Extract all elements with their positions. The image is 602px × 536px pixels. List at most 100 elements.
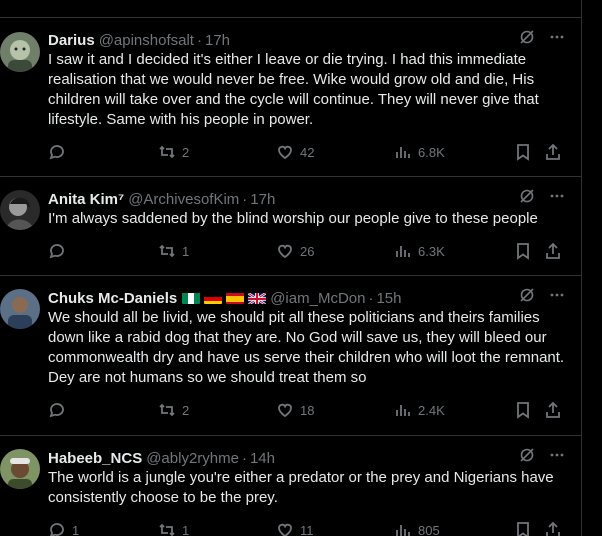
like-button[interactable]: 42	[276, 143, 394, 161]
author-handle[interactable]: @iam_McDon	[270, 290, 365, 307]
tweet-text: The world is a jungle you're either a pr…	[48, 469, 558, 506]
author-handle[interactable]: @apinshofsalt	[99, 32, 194, 49]
grok-icon[interactable]	[519, 29, 535, 50]
view-count: 2.4K	[418, 402, 445, 418]
tweet-actions: 2 18 2.4K	[48, 400, 565, 420]
tweet-header: Anita Kim⁷ @ArchivesofKim · 17h	[48, 189, 565, 209]
bookmark-button[interactable]	[514, 521, 544, 536]
tweet-header: Darius @apinshofsalt · 17h	[48, 30, 565, 50]
view-count: 6.3K	[418, 243, 445, 259]
share-button[interactable]	[544, 521, 562, 536]
grok-icon[interactable]	[519, 188, 535, 209]
repost-count: 1	[182, 243, 190, 259]
tweet-header-icons	[519, 188, 565, 209]
more-options-icon[interactable]	[549, 188, 565, 209]
tweet-actions: 1 26 6.3K	[48, 241, 565, 261]
timestamp[interactable]: 17h	[250, 191, 275, 208]
more-options-icon[interactable]	[549, 29, 565, 50]
repost-count: 2	[182, 144, 190, 160]
bookmark-button[interactable]	[514, 242, 544, 260]
repost-button[interactable]: 1	[158, 521, 276, 536]
tweet-header: Habeeb_NCS @ably2ryhme · 14h	[48, 448, 565, 468]
reply-icon	[50, 523, 64, 536]
separator: ·	[368, 289, 374, 307]
reply-tweet[interactable]: Darius @apinshofsalt · 17h I saw it and …	[0, 18, 581, 177]
avatar[interactable]	[0, 289, 40, 329]
views-icon	[396, 147, 410, 158]
reply-icon	[49, 244, 64, 259]
reply-button[interactable]	[48, 401, 158, 419]
heart-icon	[278, 523, 292, 536]
share-button[interactable]	[544, 143, 562, 161]
bookmark-icon	[517, 522, 529, 536]
author-name[interactable]: Chuks Mc-Daniels	[48, 290, 177, 307]
like-count: 11	[300, 522, 314, 536]
grok-icon[interactable]	[519, 447, 535, 468]
repost-button[interactable]: 2	[158, 401, 276, 419]
reply-icon	[49, 403, 64, 418]
germany-flag-icon	[204, 292, 223, 304]
spain-flag-icon	[226, 292, 245, 304]
bookmark-button[interactable]	[514, 143, 544, 161]
author-name[interactable]: Anita Kim⁷	[48, 191, 124, 208]
timestamp[interactable]: 17h	[205, 32, 230, 49]
like-button[interactable]: 26	[276, 242, 394, 260]
separator: ·	[196, 31, 202, 49]
author-handle[interactable]: @ArchivesofKim	[128, 191, 239, 208]
bookmark-icon	[517, 243, 529, 260]
uk-flag-icon	[248, 292, 267, 304]
avatar[interactable]	[0, 190, 40, 230]
repost-icon	[159, 523, 175, 536]
views-button[interactable]: 805	[394, 521, 514, 536]
view-count: 6.8K	[418, 144, 445, 160]
reply-tweet[interactable]: Anita Kim⁷ @ArchivesofKim · 17h I'm alwa…	[0, 177, 581, 276]
reply-tweet[interactable]: Chuks Mc-Daniels @iam_McDon · 15h We sho…	[0, 276, 581, 436]
avatar[interactable]	[0, 32, 40, 72]
repost-button[interactable]: 2	[158, 143, 276, 161]
page-scrollbar[interactable]	[582, 0, 602, 536]
share-button[interactable]	[544, 401, 562, 419]
author-name[interactable]: Darius	[48, 32, 95, 49]
bookmark-icon	[517, 144, 529, 161]
view-count: 805	[418, 522, 440, 536]
timestamp[interactable]: 14h	[250, 450, 275, 467]
repost-icon	[159, 244, 175, 258]
grok-icon[interactable]	[519, 287, 535, 308]
author-name[interactable]: Habeeb_NCS	[48, 450, 142, 467]
share-button[interactable]	[544, 242, 562, 260]
like-button[interactable]: 18	[276, 401, 394, 419]
more-options-icon[interactable]	[549, 287, 565, 308]
reply-count: 1	[72, 522, 80, 536]
repost-count: 2	[182, 402, 190, 418]
bookmark-button[interactable]	[514, 401, 544, 419]
tweet-header-icons	[519, 29, 565, 50]
avatar[interactable]	[0, 449, 40, 489]
reply-button[interactable]: 1	[48, 521, 158, 536]
views-button[interactable]: 2.4K	[394, 401, 514, 419]
tweet-header: Chuks Mc-Daniels @iam_McDon · 15h	[48, 288, 565, 308]
like-count: 18	[300, 402, 315, 418]
author-handle[interactable]: @ably2ryhme	[146, 450, 239, 467]
repost-icon	[159, 403, 175, 417]
repost-button[interactable]: 1	[158, 242, 276, 260]
share-icon	[546, 401, 560, 418]
reply-button[interactable]	[48, 143, 158, 161]
views-button[interactable]: 6.8K	[394, 143, 514, 161]
more-options-icon[interactable]	[549, 447, 565, 468]
separator: ·	[241, 449, 247, 467]
like-button[interactable]: 11	[276, 521, 394, 536]
share-icon	[546, 521, 560, 536]
tweet-actions: 2 42 6.8K	[48, 142, 565, 162]
thread-top-divider	[0, 0, 581, 18]
reply-icon	[49, 145, 64, 160]
share-icon	[546, 242, 560, 259]
reply-tweet[interactable]: Habeeb_NCS @ably2ryhme · 14h The world i…	[0, 436, 581, 536]
tweet-text: We should all be livid, we should pit al…	[48, 309, 569, 386]
heart-icon	[278, 244, 292, 259]
views-button[interactable]: 6.3K	[394, 242, 514, 260]
tweet-text: I saw it and I decided it's either I lea…	[48, 51, 543, 128]
timestamp[interactable]: 15h	[376, 290, 401, 307]
separator: ·	[242, 190, 248, 208]
reply-button[interactable]	[48, 242, 158, 260]
flag-emojis	[182, 292, 267, 304]
